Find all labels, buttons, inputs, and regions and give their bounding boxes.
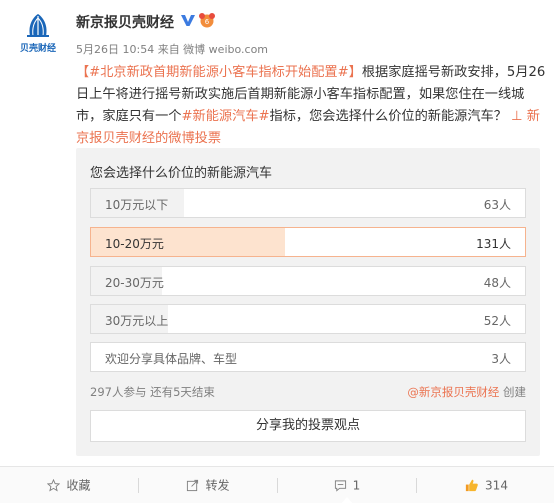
poll-free-text-option[interactable]: 欢迎分享具体品牌、车型 3人 xyxy=(90,342,526,372)
post-text-segment: 市，家庭只有一个 xyxy=(76,109,182,124)
poll-free-text-count: 3人 xyxy=(491,352,511,366)
poll-option-label: 10-20万元 xyxy=(105,237,164,251)
repost-button[interactable]: 转发 xyxy=(139,467,277,503)
like-count: 314 xyxy=(485,478,508,493)
post-body: 【#北京新政首期新能源小客车指标开始配置#】根据家庭摇号新政安排，5月26 日上… xyxy=(76,62,545,150)
poll-option-count: 131人 xyxy=(476,237,511,251)
action-bar: 收藏 转发 1 314 xyxy=(0,466,554,503)
post-line-2: 日上午将进行摇号新政实施后首期新能源小客车指标配置，如果您住在一线城 xyxy=(76,87,525,102)
post-meta: 5月26日 10:54 来自 微博 weibo.com xyxy=(76,43,269,56)
comment-pointer xyxy=(341,497,353,503)
poll-creator-link[interactable]: @新京报贝壳财经 xyxy=(407,385,499,399)
post-text-segment: 指标，您会选择什么价位的新能源汽车？ xyxy=(269,109,507,124)
like-button[interactable]: 314 xyxy=(417,467,554,503)
poll-option-label: 20-30万元 xyxy=(105,276,164,290)
poll-option-count: 52人 xyxy=(483,314,511,328)
favorite-button[interactable]: 收藏 xyxy=(0,467,138,503)
share-vote-button[interactable]: 分享我的投票观点 xyxy=(90,410,526,442)
author-name[interactable]: 新京报贝壳财经 xyxy=(76,12,174,32)
poll-option[interactable]: 10万元以下 63人 xyxy=(90,188,526,218)
post-line-4: 京报贝壳财经的微博投票 xyxy=(76,128,540,150)
repost-label: 转发 xyxy=(205,478,230,493)
poll-card: 您会选择什么价位的新能源汽车 10万元以下 63人 10-20万元 131人 2… xyxy=(76,148,540,456)
poll-source-link[interactable]: ⊥ 新 xyxy=(511,109,540,124)
poll-option-label: 30万元以上 xyxy=(105,314,169,328)
post-text-segment: 根据家庭摇号新政安排，5月26 xyxy=(361,65,546,80)
vip-badge-icon[interactable]: 6 xyxy=(198,12,216,28)
svg-text:6: 6 xyxy=(205,18,210,26)
poll-option-count: 63人 xyxy=(483,198,511,212)
poll-option-count: 48人 xyxy=(483,276,511,290)
comment-icon xyxy=(334,480,346,492)
thumbs-up-icon xyxy=(465,479,478,492)
avatar[interactable]: 贝壳财经 xyxy=(16,12,60,56)
poll-creator-suffix: 创建 xyxy=(499,385,526,399)
poll-participants: 297人参与 还有5天结束 xyxy=(90,385,215,399)
poll-option-label: 10万元以下 xyxy=(105,198,169,212)
verified-v-icon[interactable] xyxy=(180,12,196,28)
avatar-brand-text: 贝壳财经 xyxy=(19,44,56,54)
post-header: 贝壳财经 新京报贝壳财经 6 5月26日 10:54 来自 微博 weibo.c… xyxy=(0,0,554,62)
post-line-1: 【#北京新政首期新能源小客车指标开始配置#】根据家庭摇号新政安排，5月26 xyxy=(76,62,545,84)
topic-link[interactable]: #新能源汽车# xyxy=(182,109,270,124)
poll-option[interactable]: 20-30万元 48人 xyxy=(90,266,526,296)
favorite-label: 收藏 xyxy=(66,478,91,493)
repost-icon xyxy=(187,479,199,492)
poll-option-selected[interactable]: 10-20万元 131人 xyxy=(90,227,526,257)
poll-free-text-label: 欢迎分享具体品牌、车型 xyxy=(105,352,238,366)
star-icon xyxy=(47,479,61,492)
poll-option[interactable]: 30万元以上 52人 xyxy=(90,304,526,334)
topic-link[interactable]: 【#北京新政首期新能源小客车指标开始配置#】 xyxy=(76,65,362,80)
post-line-3: 市，家庭只有一个#新能源汽车#指标，您会选择什么价位的新能源汽车？ ⊥ 新 xyxy=(76,106,540,128)
poll-source-link[interactable]: 京报贝壳财经的微博投票 xyxy=(76,131,221,146)
poll-creator: @新京报贝壳财经 创建 xyxy=(407,384,526,400)
comment-count: 1 xyxy=(352,478,361,493)
shell-logo-icon xyxy=(27,14,49,37)
poll-title: 您会选择什么价位的新能源汽车 xyxy=(90,166,273,181)
